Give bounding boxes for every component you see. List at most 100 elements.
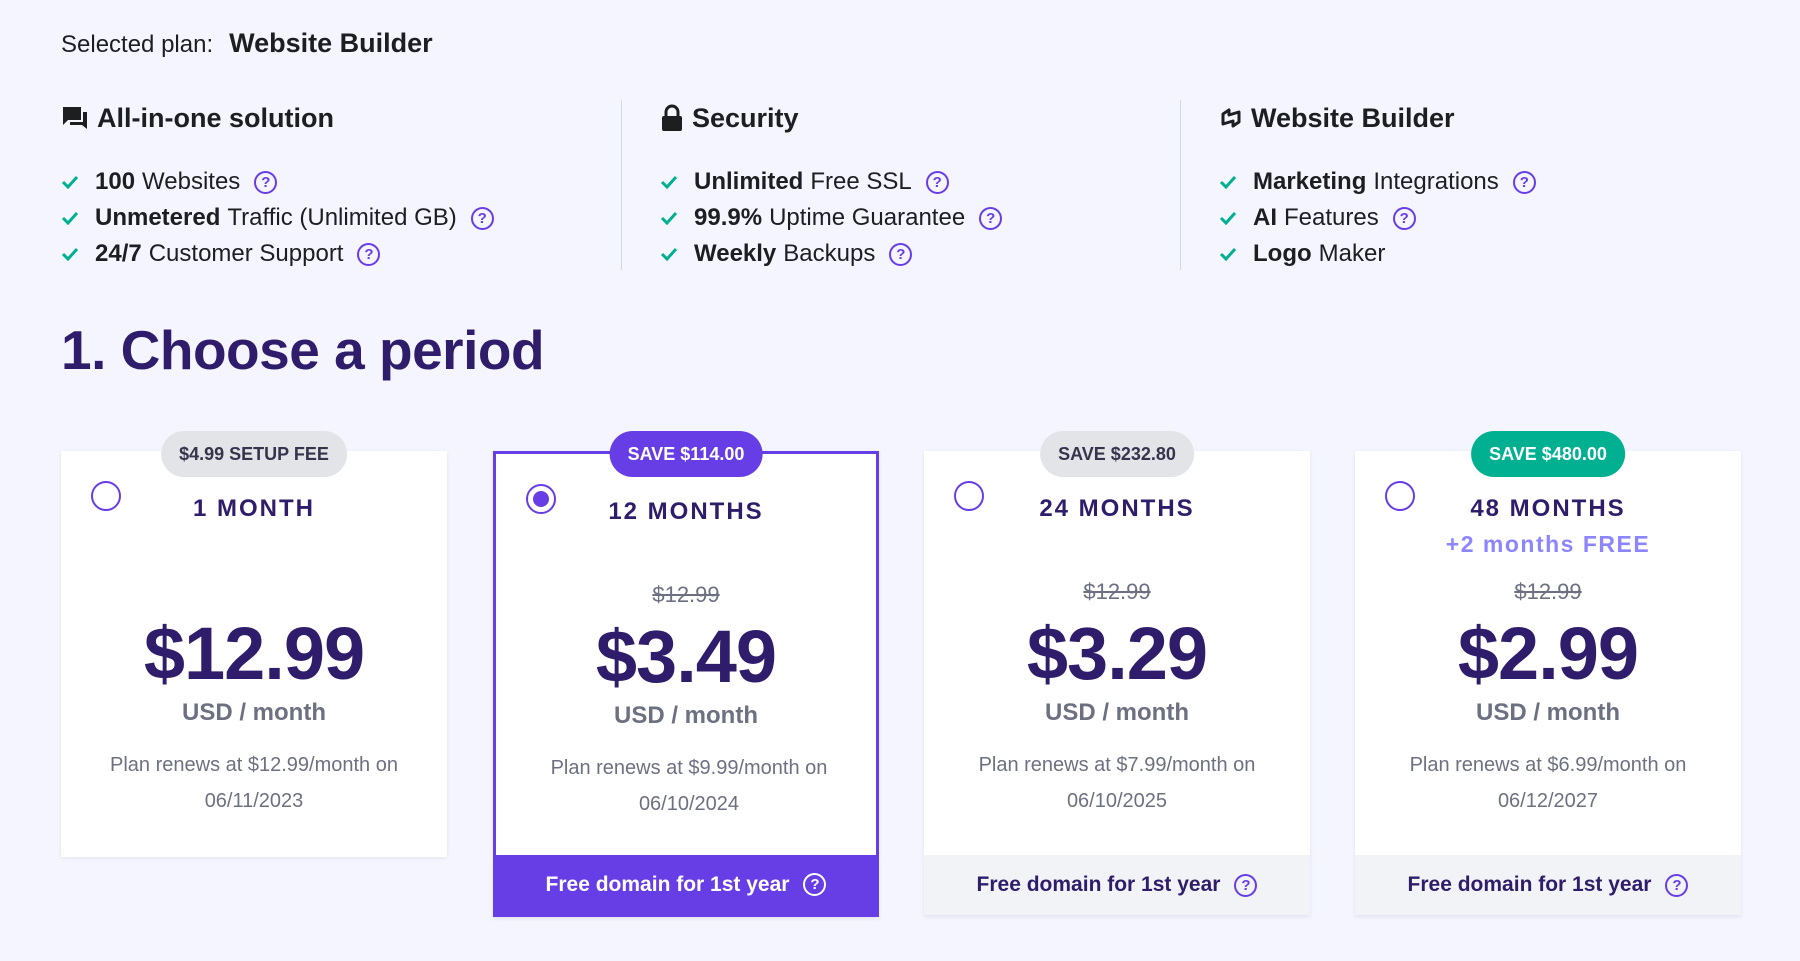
check-icon (660, 211, 680, 225)
help-icon[interactable]: ? (1392, 206, 1416, 230)
feature-item-bold: Weekly (694, 240, 777, 267)
feature-heading-text: Security (692, 102, 799, 133)
plan-price: $2.99 (1457, 612, 1639, 695)
feature-item-bold: 24/7 (95, 240, 142, 267)
help-icon[interactable]: ? (979, 206, 1003, 230)
feature-item-bold: Marketing (1253, 168, 1367, 195)
feature-item-text: Maker (1318, 240, 1386, 267)
help-icon[interactable]: ? (254, 170, 278, 194)
plan-renewal-date: 06/11/2023 (204, 790, 304, 812)
feature-list: Marketing Integrations ? AI Features ? L… (1219, 164, 1740, 272)
plan-card-body[interactable]: 1 MONTH $12.99 USD / month Plan renews a… (61, 451, 447, 857)
plan-price: $3.29 (1026, 612, 1208, 695)
chat-icon (61, 105, 89, 131)
feature-list: Unlimited Free SSL ? 99.9% Uptime Guaran… (660, 164, 1181, 272)
feature-heading-text: Website Builder (1251, 102, 1455, 133)
plan-footer-text: Free domain for 1st year (545, 872, 790, 896)
check-icon (61, 175, 81, 189)
feature-item: AI Features ? (1219, 200, 1740, 236)
plan-renewal: Plan renews at $7.99/month on 06/10/2025 (954, 747, 1280, 819)
plan-unit: USD / month (1476, 699, 1620, 726)
plan-renewal-line: Plan renews at $7.99/month on (978, 754, 1256, 776)
feature-item: Unlimited Free SSL ? (660, 164, 1181, 200)
feature-heading-text: All-in-one solution (97, 102, 334, 133)
feature-item: 24/7 Customer Support ? (61, 236, 621, 272)
plan-renewal-date: 06/10/2024 (638, 793, 740, 815)
help-icon[interactable]: ? (925, 170, 949, 194)
plan-badge: SAVE $232.80 (1040, 431, 1194, 477)
section-title: 1. Choose a period (61, 319, 545, 381)
feature-item-text: Websites (142, 168, 241, 195)
lock-icon (660, 104, 684, 132)
feature-heading: All-in-one solution (61, 100, 621, 136)
plan-card-1-month[interactable]: 1 MONTH $12.99 USD / month Plan renews a… (61, 431, 447, 914)
feature-item: Logo Maker (1219, 236, 1740, 272)
plan-renewal-line: Plan renews at $12.99/month on (110, 754, 398, 776)
plan-card-12-months[interactable]: 12 MONTHS $12.99 $3.49 USD / month Plan … (493, 431, 879, 917)
plan-badge: SAVE $114.00 (609, 431, 763, 477)
plan-badge: $4.99 SETUP FEE (161, 431, 347, 477)
plan-old-price: $12.99 (1083, 579, 1151, 604)
feature-item: Weekly Backups ? (660, 236, 1181, 272)
plan-period: 12 MONTHS (608, 498, 764, 525)
check-icon (61, 247, 81, 261)
plan-old-price: $12.99 (652, 582, 720, 607)
plan-footer-text: Free domain for 1st year (976, 873, 1221, 896)
plan-card-24-months[interactable]: 24 MONTHS $12.99 $3.29 USD / month Plan … (924, 431, 1310, 915)
plan-renewal-line: Plan renews at $9.99/month on (550, 757, 828, 779)
feature-column-all-in-one: All-in-one solution 100 Websites ? Unmet… (61, 100, 621, 270)
plan-card-48-months[interactable]: 48 MONTHS +2 months FREE $12.99 $2.99 US… (1355, 431, 1741, 915)
feature-item-bold: AI (1253, 204, 1277, 231)
feature-column-security: Security Unlimited Free SSL ? 99.9% Upti… (621, 100, 1181, 270)
feature-item-bold: Unlimited (694, 168, 804, 195)
plan-badge: SAVE $480.00 (1471, 431, 1625, 477)
feature-column-website-builder: Website Builder Marketing Integrations ?… (1180, 100, 1740, 270)
feature-item-text: Features (1284, 204, 1379, 231)
plan-renewal-date: 06/10/2025 (1066, 790, 1168, 812)
feature-item-text: Traffic (Unlimited GB) (227, 204, 457, 231)
plan-price: $12.99 (143, 612, 365, 695)
plan-unit: USD / month (1045, 699, 1189, 726)
check-icon (1219, 247, 1239, 261)
feature-item: Marketing Integrations ? (1219, 164, 1740, 200)
plan-old-price: $12.99 (1514, 579, 1582, 604)
plan-renewal: Plan renews at $12.99/month on 06/11/202… (91, 747, 417, 819)
plan-bonus: +2 months FREE (1445, 531, 1651, 557)
feature-item-bold: 99.9% (694, 204, 763, 231)
plan-card-body[interactable]: 24 MONTHS $12.99 $3.29 USD / month Plan … (924, 451, 1310, 857)
feature-heading: Website Builder (1219, 100, 1740, 136)
feature-heading: Security (660, 100, 1181, 136)
plan-unit: USD / month (182, 699, 326, 726)
help-icon[interactable]: ? (470, 206, 494, 230)
help-icon[interactable]: ? (803, 873, 827, 896)
help-icon[interactable]: ? (889, 242, 913, 266)
plan-period: 24 MONTHS (1039, 495, 1195, 522)
feature-item-bold: Logo (1253, 240, 1312, 267)
plan-footer-text: Free domain for 1st year (1407, 873, 1652, 896)
check-icon (1219, 175, 1239, 189)
help-icon[interactable]: ? (357, 242, 381, 266)
feature-item-text: Integrations (1373, 168, 1499, 195)
feature-list: 100 Websites ? Unmetered Traffic (Unlimi… (61, 164, 621, 272)
check-icon (660, 247, 680, 261)
plan-card-body[interactable]: 12 MONTHS $12.99 $3.49 USD / month Plan … (493, 451, 879, 855)
plan-renewal-date: 06/12/2027 (1497, 790, 1599, 812)
feature-item-text: Uptime Guarantee (769, 204, 966, 231)
plan-card-body[interactable]: 48 MONTHS +2 months FREE $12.99 $2.99 US… (1355, 451, 1741, 857)
builder-icon (1219, 106, 1243, 130)
feature-item-text: Backups (783, 240, 876, 267)
plan-renewal: Plan renews at $9.99/month on 06/10/2024 (526, 750, 852, 822)
help-icon[interactable]: ? (1512, 170, 1536, 194)
feature-item: 100 Websites ? (61, 164, 621, 200)
plan-footer: Free domain for 1st year ? (1355, 855, 1741, 915)
plan-footer: Free domain for 1st year ? (493, 855, 879, 917)
help-icon[interactable]: ? (1665, 873, 1689, 897)
plan-renewal-line: Plan renews at $6.99/month on (1409, 754, 1687, 776)
feature-item-bold: Unmetered (95, 204, 221, 231)
help-icon[interactable]: ? (1234, 873, 1258, 897)
plan-footer: Free domain for 1st year ? (924, 855, 1310, 915)
features-section: All-in-one solution 100 Websites ? Unmet… (61, 100, 1741, 270)
feature-item-text: Free SSL (810, 168, 912, 195)
selected-plan-row: Selected plan: Website Builder (61, 28, 433, 59)
check-icon (660, 175, 680, 189)
